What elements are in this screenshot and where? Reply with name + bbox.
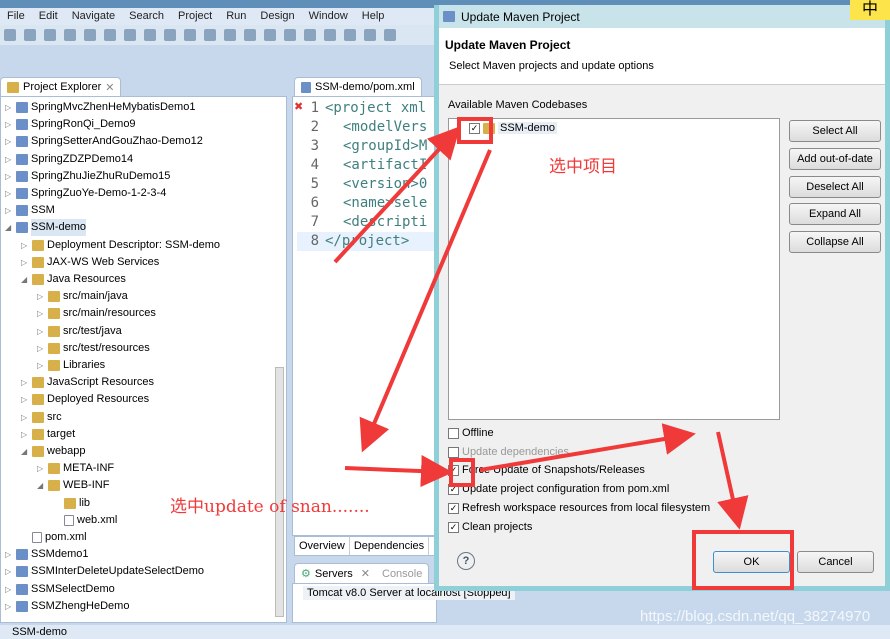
watermark: https://blog.csdn.net/qq_38274970 bbox=[640, 608, 871, 625]
arrow bbox=[479, 423, 696, 472]
highlight-box bbox=[692, 530, 794, 590]
annotation-text: 选中update of snan....... bbox=[170, 497, 370, 517]
highlight-box bbox=[457, 117, 493, 144]
arrow bbox=[344, 455, 453, 488]
highlight-box bbox=[449, 458, 475, 487]
annotation-text: 选中项目 bbox=[549, 157, 617, 177]
arrow bbox=[333, 126, 461, 264]
arrow bbox=[716, 431, 749, 530]
arrow bbox=[359, 149, 492, 453]
